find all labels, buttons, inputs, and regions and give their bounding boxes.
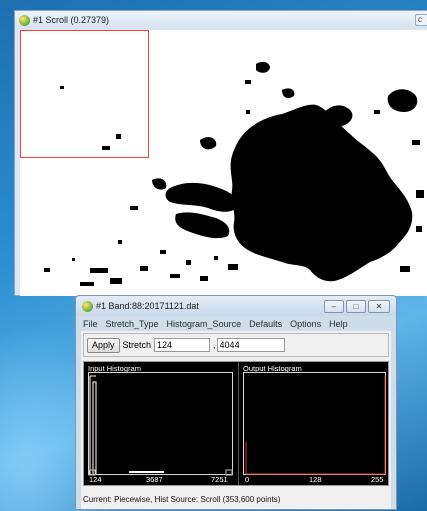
output-histogram[interactable]: Output Histogram 0 128 255 bbox=[238, 362, 390, 485]
close-button[interactable]: ✕ bbox=[368, 300, 390, 313]
menu-histogram-source[interactable]: Histogram_Source bbox=[167, 319, 242, 329]
input-tick-min: 124 bbox=[89, 475, 102, 484]
stretch-label: Stretch bbox=[122, 340, 152, 350]
band-window-title: #1 Band:88:20171121.dat bbox=[96, 301, 199, 311]
stretch-min-input[interactable] bbox=[154, 338, 211, 352]
menu-defaults[interactable]: Defaults bbox=[249, 319, 282, 329]
scroll-window-titlebar[interactable]: #1 Scroll (0.27379) c bbox=[15, 11, 427, 29]
status-bar: Current: Piecewise, Hist Source: Scroll … bbox=[83, 495, 281, 504]
output-tick-mid: 128 bbox=[309, 475, 322, 484]
maximize-button[interactable]: □ bbox=[346, 300, 366, 313]
menu-file[interactable]: File bbox=[83, 319, 98, 329]
band-window-body: Apply Stretch , Input Histogram 124 368 bbox=[81, 331, 391, 509]
menu-bar: File Stretch_Type Histogram_Source Defau… bbox=[81, 317, 391, 330]
scroll-window-control-button[interactable]: c bbox=[415, 14, 427, 26]
envi-app-icon bbox=[82, 300, 93, 312]
input-histogram-plot bbox=[88, 375, 233, 476]
stretch-toolbar: Apply Stretch , bbox=[83, 333, 389, 357]
zoom-region-box[interactable] bbox=[20, 30, 149, 158]
stretch-separator: , bbox=[213, 340, 216, 350]
stretch-max-input[interactable] bbox=[216, 338, 285, 352]
output-histogram-plot bbox=[245, 376, 386, 475]
menu-help[interactable]: Help bbox=[329, 319, 348, 329]
output-tick-min: 0 bbox=[245, 475, 250, 484]
minimize-button[interactable]: – bbox=[324, 300, 344, 313]
scroll-image-canvas[interactable] bbox=[20, 30, 427, 296]
output-tick-max: 255 bbox=[371, 475, 384, 484]
apply-button[interactable]: Apply bbox=[87, 337, 120, 353]
band-window: #1 Band:88:20171121.dat – □ ✕ File Stret… bbox=[75, 295, 397, 510]
menu-stretch-type[interactable]: Stretch_Type bbox=[106, 319, 159, 329]
input-tick-mid: 3687 bbox=[146, 475, 163, 484]
input-tick-max: 7251 bbox=[211, 475, 228, 484]
envi-app-icon bbox=[19, 14, 30, 26]
scroll-window: #1 Scroll (0.27379) c bbox=[14, 10, 427, 296]
window-controls: – □ ✕ bbox=[324, 300, 390, 313]
menu-options[interactable]: Options bbox=[290, 319, 321, 329]
scroll-window-title: #1 Scroll (0.27379) bbox=[33, 15, 110, 25]
histogram-panel: Input Histogram 124 3687 7251 Output His… bbox=[83, 361, 389, 486]
input-histogram[interactable]: Input Histogram 124 3687 7251 bbox=[84, 362, 237, 485]
